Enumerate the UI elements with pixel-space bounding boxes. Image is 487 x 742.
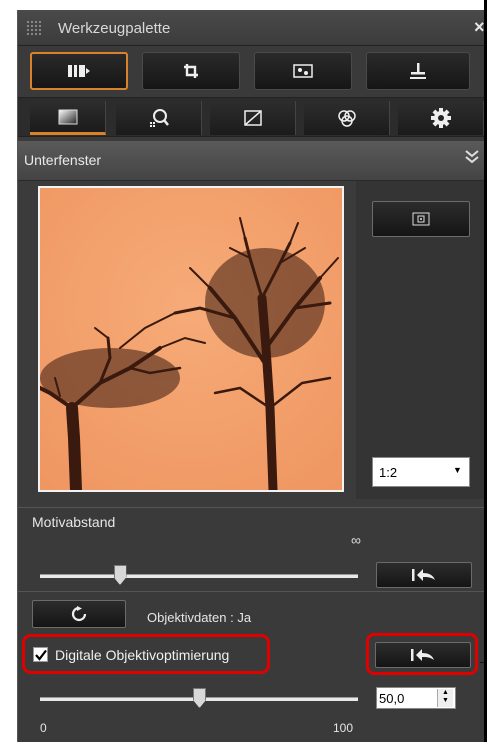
fit-button[interactable] — [372, 201, 470, 237]
grip-icon[interactable] — [26, 20, 42, 36]
zoom-value: 1:2 — [379, 465, 398, 480]
tab-trim[interactable] — [142, 52, 240, 90]
tab-color[interactable] — [304, 101, 390, 135]
tab-tone[interactable] — [30, 101, 106, 135]
subject-distance-label: Motivabstand — [32, 514, 116, 530]
digital-lens-optimizer-checkbox[interactable] — [33, 647, 48, 662]
zoom-select[interactable]: 1:2 ▼ — [372, 457, 470, 487]
gradient-icon — [58, 109, 77, 124]
reset-arrow-icon — [411, 649, 434, 661]
stamp-icon — [410, 63, 426, 79]
subject-distance-reset-button[interactable] — [376, 562, 472, 588]
close-button[interactable]: × — [474, 17, 485, 38]
subwindow-header[interactable]: Unterfenster — [18, 141, 487, 181]
tab-settings[interactable] — [398, 101, 484, 135]
image-icon — [293, 64, 313, 78]
lens-optimizer-value-field[interactable]: 50,0 ▲ ▼ — [376, 687, 456, 709]
lens-optimizer-value: 50,0 — [379, 691, 405, 706]
dropdown-arrow-icon: ▼ — [453, 465, 462, 475]
lens-optimizer-thumb[interactable] — [193, 688, 206, 708]
tab-detail[interactable] — [116, 101, 202, 135]
color-circles-icon — [337, 110, 356, 127]
window-title: Werkzeugpalette — [58, 20, 171, 37]
digital-lens-optimizer-option[interactable]: Digitale Objektivoptimierung — [22, 634, 270, 674]
checkmark-icon — [35, 649, 47, 661]
tool-tab-row — [18, 50, 487, 92]
preview-area: 1:2 ▼ — [18, 181, 487, 507]
basic-adjustment-icon — [68, 65, 90, 77]
sub-tab-row — [18, 97, 487, 137]
subject-distance-section: Motivabstand ∞ — [18, 507, 487, 591]
preview-image[interactable] — [38, 186, 344, 492]
tab-stamp[interactable] — [366, 52, 470, 90]
digital-lens-optimizer-label: Digitale Objektivoptimierung — [55, 647, 230, 663]
double-chevron-down-icon[interactable] — [465, 149, 479, 166]
tab-image[interactable] — [254, 52, 352, 90]
preview-side-panel: 1:2 ▼ — [356, 181, 487, 499]
lens-data-status: Objektivdaten : Ja — [147, 610, 252, 625]
reset-arrow-icon — [412, 569, 435, 581]
fit-frame-icon — [412, 212, 430, 226]
tab-curve[interactable] — [210, 101, 296, 135]
magnifier-icon — [149, 109, 169, 127]
subject-distance-thumb[interactable] — [113, 565, 127, 585]
lens-optimizer-reset-button[interactable] — [375, 642, 471, 668]
gear-icon — [430, 108, 451, 128]
tree-silhouette-image — [40, 188, 342, 490]
spin-button[interactable]: ▲ ▼ — [437, 689, 453, 707]
refresh-button[interactable] — [32, 600, 126, 628]
subject-distance-slider[interactable] — [40, 574, 358, 578]
crop-icon — [184, 64, 198, 78]
tool-palette-window: Werkzeugpalette × Unterfenster 1:2 ▼ Mot… — [17, 10, 487, 742]
infinity-label: ∞ — [351, 532, 361, 548]
curve-icon — [243, 110, 262, 126]
slider-max-label: 100 — [333, 721, 354, 735]
lens-optimizer-section: Objektivdaten : Ja Digitale Objektivopti… — [18, 591, 487, 742]
tab-basic-adjustment[interactable] — [30, 52, 128, 90]
refresh-icon — [71, 606, 87, 622]
slider-min-label: 0 — [40, 721, 47, 735]
title-bar[interactable]: Werkzeugpalette × — [18, 10, 487, 46]
subwindow-title: Unterfenster — [24, 152, 102, 168]
